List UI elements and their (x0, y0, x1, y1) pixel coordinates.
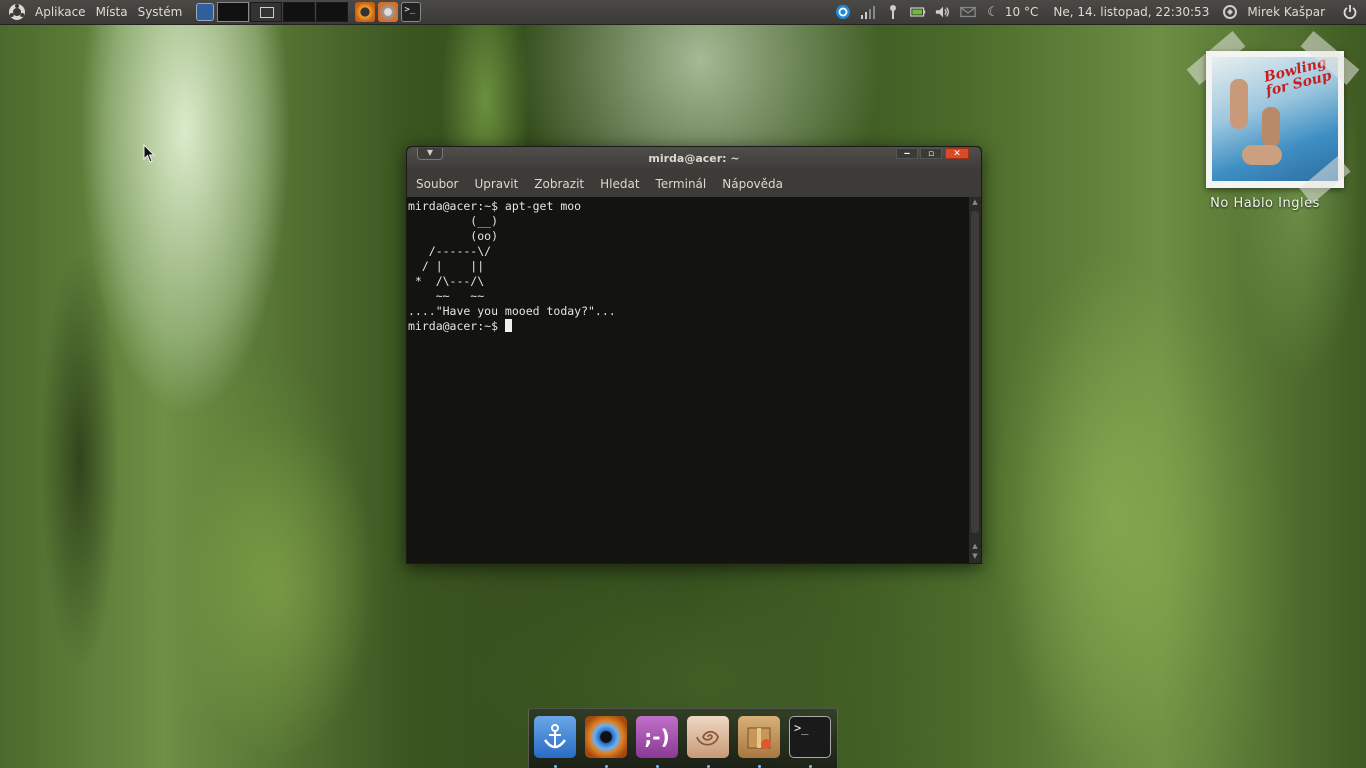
power-icon[interactable] (1342, 4, 1358, 20)
terminal-line: ...."Have you mooed today?"... (408, 304, 616, 318)
album-cover-image: Bowling for Soup (1212, 57, 1338, 181)
terminal-output[interactable]: mirda@acer:~$ apt-get moo (__) (oo) /---… (407, 197, 969, 563)
terminal-line: ~~ ~~ (408, 289, 485, 303)
mail-icon[interactable] (960, 4, 976, 20)
menu-help[interactable]: Nápověda (716, 177, 789, 191)
eye-icon[interactable] (585, 716, 627, 758)
workspace-3[interactable] (283, 2, 316, 22)
scroll-up-icon[interactable]: ▲ (969, 197, 981, 207)
clock[interactable]: Ne, 14. listopad, 22:30:53 (1053, 5, 1209, 19)
terminal-line: (__) (408, 214, 499, 228)
workspace-4[interactable] (316, 2, 349, 22)
scroll-down-icon[interactable]: ▲ (969, 541, 981, 551)
wallpaper-stalk (180, 420, 380, 760)
menu-search[interactable]: Hledat (594, 177, 645, 191)
anchor-icon[interactable] (534, 716, 576, 758)
terminal-prompt: mirda@acer:~$ (408, 319, 505, 333)
menu-applications[interactable]: Aplikace (30, 0, 91, 24)
terminal-line: * /\---/\ (408, 274, 485, 288)
top-panel: Aplikace Místa Systém >_ ☾ 10 °C Ne, 14.… (0, 0, 1366, 24)
workspace-2[interactable] (250, 2, 283, 22)
menu-system[interactable]: Systém (133, 0, 188, 24)
terminal-title: mirda@acer: ~ (648, 152, 740, 165)
wallpaper-stalk (990, 250, 1230, 768)
ubuntu-logo-icon[interactable] (0, 0, 30, 24)
dock: ;-) >_ (528, 708, 838, 768)
workspace-1[interactable] (217, 2, 250, 22)
window-menu-icon[interactable]: ▼ (417, 148, 443, 160)
menu-file[interactable]: Soubor (410, 177, 464, 191)
terminal-window[interactable]: ▼ mirda@acer: ~ ‒ ▫ ✕ Soubor Upravit Zob… (406, 146, 982, 564)
terminal-titlebar[interactable]: ▼ mirda@acer: ~ ‒ ▫ ✕ (407, 147, 981, 171)
terminal-icon[interactable]: >_ (789, 716, 831, 758)
system-tray: ☾ 10 °C Ne, 14. listopad, 22:30:53 Mirek… (835, 4, 1366, 20)
battery-icon[interactable] (910, 4, 926, 20)
wallpaper-stalk (40, 250, 120, 670)
maximize-icon[interactable]: ▫ (920, 148, 942, 159)
menu-edit[interactable]: Upravit (468, 177, 524, 191)
eye-of-gnome-icon[interactable] (355, 2, 376, 22)
minimize-icon[interactable]: ‒ (896, 148, 918, 159)
bluetooth-key-icon[interactable] (885, 4, 901, 20)
scroll-thumb[interactable] (971, 211, 979, 533)
package-icon[interactable] (738, 716, 780, 758)
show-desktop-icon[interactable] (196, 3, 215, 21)
terminal-line: mirda@acer:~$ apt-get moo (408, 199, 582, 213)
menu-terminal[interactable]: Terminál (650, 177, 713, 191)
close-icon[interactable]: ✕ (945, 148, 969, 159)
terminal-cursor (504, 319, 512, 332)
terminal-menubar: Soubor Upravit Zobrazit Hledat Terminál … (407, 171, 981, 197)
user-name[interactable]: Mirek Kašpar (1247, 5, 1325, 19)
menu-view[interactable]: Zobrazit (528, 177, 590, 191)
network-signal-icon[interactable] (860, 4, 876, 20)
terminal-line: / | || (408, 259, 485, 273)
scroll-down-icon[interactable]: ▼ (969, 551, 981, 561)
volume-icon[interactable] (935, 4, 951, 20)
weather-temperature[interactable]: 10 °C (1005, 5, 1038, 19)
chat-icon[interactable]: ;-) (636, 716, 678, 758)
sound-juicer-icon[interactable] (378, 2, 399, 22)
shell-icon[interactable] (687, 716, 729, 758)
weather-moon-icon[interactable]: ☾ (985, 4, 1001, 20)
terminal-scrollbar[interactable]: ▲ ▲ ▼ (969, 197, 981, 563)
terminal-line: (oo) (408, 229, 499, 243)
terminal-launcher-icon[interactable]: >_ (401, 2, 422, 22)
menu-places[interactable]: Místa (91, 0, 133, 24)
workspace-switcher (193, 2, 349, 22)
update-notifier-icon[interactable] (835, 4, 851, 20)
terminal-line: /------\/ (408, 244, 492, 258)
user-status-icon[interactable] (1222, 4, 1238, 20)
photo-caption: No Hablo Ingles (1210, 196, 1320, 211)
